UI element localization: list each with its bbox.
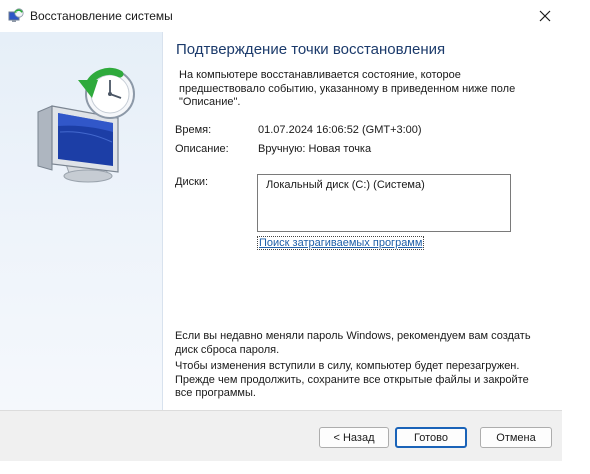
password-reset-note: Если вы недавно меняли пароль Windows, р… [175, 330, 531, 356]
wizard-footer: < Назад Готово Отмена [0, 410, 562, 461]
system-restore-window: Восстановление системы Подтверждение точ… [0, 0, 562, 461]
cancel-button[interactable]: Отмена [480, 427, 552, 448]
finish-button[interactable]: Готово [395, 427, 467, 448]
close-button[interactable] [533, 4, 557, 28]
disks-label: Диски: [175, 176, 209, 188]
window-title: Восстановление системы [30, 9, 173, 23]
restore-description-text: На компьютере восстанавливается состояни… [179, 69, 516, 108]
scan-affected-programs-link[interactable]: Поиск затрагиваемых программ [257, 236, 425, 250]
close-icon [539, 10, 551, 22]
system-restore-icon [8, 8, 24, 24]
wizard-sidebar [0, 32, 163, 410]
description-value: Вручную: Новая точка [258, 143, 372, 155]
time-value: 01.07.2024 16:06:52 (GMT+3:00) [258, 124, 422, 136]
back-button[interactable]: < Назад [319, 427, 389, 448]
list-item[interactable]: Локальный диск (C:) (Система) [266, 179, 425, 191]
wizard-content: Подтверждение точки восстановления На ко… [162, 32, 562, 410]
time-label: Время: [175, 124, 212, 136]
title-bar[interactable]: Восстановление системы [0, 0, 562, 32]
system-restore-monitor-clock-icon [37, 67, 135, 183]
restart-warning-note: Чтобы изменения вступили в силу, компьют… [175, 360, 529, 399]
page-title: Подтверждение точки восстановления [176, 41, 446, 58]
description-label: Описание: [175, 143, 229, 155]
disks-list[interactable]: Локальный диск (C:) (Система) [257, 174, 511, 232]
